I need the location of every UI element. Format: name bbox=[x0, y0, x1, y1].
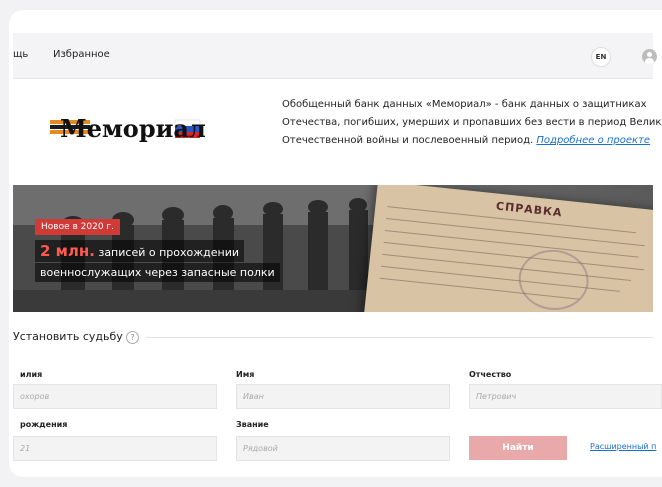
new-badge: Новое в 2020 г. bbox=[35, 219, 121, 235]
search-section-title: Установить судьбу bbox=[13, 330, 123, 343]
about-project-link[interactable]: Подробнее о проекте bbox=[536, 135, 650, 146]
banner-headline: 2 млн. записей о прохождении bbox=[35, 240, 244, 262]
rank-field[interactable]: Рядовой bbox=[236, 436, 450, 461]
memorial-logo[interactable]: Мемориал bbox=[45, 100, 205, 150]
document-line bbox=[382, 253, 632, 281]
document-line bbox=[383, 241, 645, 271]
surname-field[interactable]: охоров bbox=[13, 384, 217, 409]
document-line bbox=[384, 229, 639, 258]
project-intro: Обобщенный банк данных «Мемориал» - банк… bbox=[282, 96, 662, 150]
document-title: СПРАВКА bbox=[495, 199, 564, 220]
intro-line: Отечества, погибших, умерших и пропавших… bbox=[282, 117, 662, 128]
birth-year-label: рождения bbox=[20, 420, 68, 429]
help-icon[interactable]: ? bbox=[126, 331, 139, 344]
nav-help-link[interactable]: щь bbox=[13, 49, 28, 60]
top-navigation: щь Избранное EN bbox=[13, 33, 657, 79]
nav-favorites-link[interactable]: Избранное bbox=[53, 49, 110, 60]
birth-year-field[interactable]: 21 bbox=[13, 436, 217, 461]
logo-text: Мемориал bbox=[60, 114, 205, 143]
certificate-document: СПРАВКА bbox=[363, 185, 653, 312]
intro-line: Отечественной войны и послевоенный перио… bbox=[282, 132, 662, 150]
patronymic-label: Отчество bbox=[469, 370, 512, 379]
advanced-search-link[interactable]: Расширенный п bbox=[590, 442, 656, 451]
name-label: Имя bbox=[236, 370, 255, 379]
records-count: 2 млн. bbox=[40, 242, 95, 260]
language-toggle[interactable]: EN bbox=[591, 47, 611, 67]
intro-line: Обобщенный банк данных «Мемориал» - банк… bbox=[282, 99, 647, 110]
section-divider bbox=[146, 337, 653, 338]
intro-line-text: Отечественной войны и послевоенный перио… bbox=[282, 135, 537, 146]
search-button[interactable]: Найти bbox=[469, 436, 567, 460]
banner-headline-text: записей о прохождении bbox=[94, 246, 239, 259]
surname-label: илия bbox=[20, 370, 43, 379]
rank-label: Звание bbox=[236, 420, 269, 429]
promo-banner[interactable]: СПРАВКА Новое в 2020 г. 2 млн. записей о… bbox=[13, 185, 653, 312]
user-icon[interactable] bbox=[642, 49, 657, 64]
document-line bbox=[386, 218, 645, 247]
patronymic-field[interactable]: Петрович bbox=[469, 384, 662, 409]
name-field[interactable]: Иван bbox=[236, 384, 450, 409]
banner-subline: военнослужащих через запасные полки bbox=[35, 263, 280, 282]
